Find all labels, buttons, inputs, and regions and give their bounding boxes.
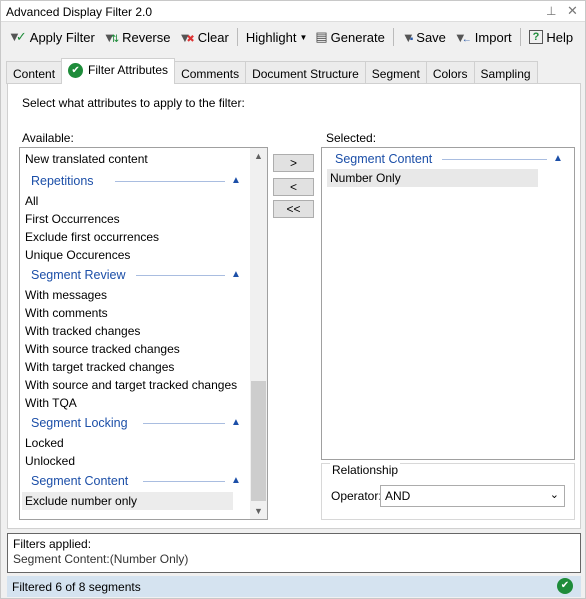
window: Advanced Display Filter 2.0 ⊥ ✕ ▼✓ Apply … <box>0 0 586 599</box>
group-divider <box>143 481 225 482</box>
collapse-chevron-icon[interactable]: ▲ <box>553 153 563 164</box>
list-item[interactable]: With TQA <box>25 396 77 410</box>
funnel-save-icon: ▼▪ <box>401 29 415 45</box>
list-item[interactable]: Exclude number only <box>25 494 137 508</box>
list-item[interactable]: Unique Occurences <box>25 248 130 262</box>
add-button[interactable]: > <box>273 154 314 172</box>
funnel-import-icon: ▼← <box>453 29 472 45</box>
status-text: Filtered 6 of 8 segments <box>12 580 141 594</box>
scrollbar[interactable]: ▲ ▼ <box>250 148 267 519</box>
group-divider <box>442 159 547 160</box>
caret-down-icon: ▼ <box>299 32 308 42</box>
tab-filter-attributes[interactable]: ✔ Filter Attributes <box>61 58 176 84</box>
list-item[interactable]: New translated content <box>25 152 148 166</box>
save-button[interactable]: ▼▪ Save <box>399 25 449 49</box>
group-header: Repetitions <box>31 174 94 188</box>
list-item[interactable]: With source tracked changes <box>25 342 180 356</box>
instruction-text: Select what attributes to apply to the f… <box>22 96 245 110</box>
tab-segment[interactable]: Segment <box>364 61 427 84</box>
funnel-reverse-icon: ▼⇅ <box>102 29 120 45</box>
clear-button[interactable]: ▼✖ Clear <box>176 25 232 49</box>
collapse-chevron-icon[interactable]: ▲ <box>231 417 241 428</box>
funnel-check-icon: ▼✓ <box>8 29 27 44</box>
document-icon: ▤ <box>315 29 328 44</box>
relationship-group: Relationship Operator: AND ⌄ <box>321 463 575 520</box>
scroll-up-icon[interactable]: ▲ <box>254 151 263 161</box>
separator <box>519 28 521 46</box>
available-list[interactable]: ▲ ▼ New translated content Repetitions ▲ Al… <box>19 147 268 520</box>
pin-icon[interactable]: ⊥ <box>546 4 556 18</box>
filters-applied-box: Filters applied: Segment Content:(Number… <box>7 533 581 573</box>
remove-all-button[interactable]: << <box>273 200 314 218</box>
available-label: Available: <box>22 131 74 145</box>
collapse-chevron-icon[interactable]: ▲ <box>231 269 241 280</box>
reverse-button[interactable]: ▼⇅ Reverse <box>100 25 174 49</box>
list-item-selected[interactable]: Number Only <box>327 169 538 187</box>
group-divider <box>143 423 225 424</box>
toolbar: ▼✓ Apply Filter ▼⇅ Reverse ▼✖ Clear Highlig… <box>5 24 581 50</box>
group-header: Segment Locking <box>31 416 128 430</box>
check-circle-icon: ✔ <box>557 578 573 594</box>
import-button[interactable]: ▼← Import <box>451 25 515 49</box>
list-item[interactable]: Exclude first occurrences <box>25 230 159 244</box>
list-item[interactable]: With messages <box>25 288 107 302</box>
check-circle-icon: ✔ <box>68 63 84 78</box>
apply-filter-button[interactable]: ▼✓ Apply Filter <box>5 25 98 49</box>
list-item[interactable]: Unlocked <box>25 454 75 468</box>
collapse-chevron-icon[interactable]: ▲ <box>231 475 241 486</box>
group-header: Segment Review <box>31 268 126 282</box>
tab-content[interactable]: Content <box>6 61 63 84</box>
tab-document-structure[interactable]: Document Structure <box>245 61 366 84</box>
highlight-dropdown[interactable]: Highlight ▼ <box>243 25 311 49</box>
list-item[interactable]: First Occurrences <box>25 212 120 226</box>
funnel-clear-icon: ▼✖ <box>178 29 195 45</box>
list-item[interactable]: All <box>25 194 38 208</box>
collapse-chevron-icon[interactable]: ▲ <box>231 175 241 186</box>
close-icon[interactable]: ✕ <box>567 3 578 19</box>
title-bar: Advanced Display Filter 2.0 ⊥ ✕ <box>1 1 585 22</box>
list-item[interactable]: With source and target tracked changes <box>25 378 237 392</box>
list-item[interactable]: With tracked changes <box>25 324 140 338</box>
operator-label: Operator: <box>331 489 382 503</box>
filters-applied-value: Segment Content:(Number Only) <box>13 552 189 566</box>
filters-applied-title: Filters applied: <box>13 537 92 551</box>
relationship-legend: Relationship <box>330 463 401 477</box>
help-icon: ? <box>528 30 544 44</box>
tab-bar: Content ✔ Filter Attributes Comments Docu… <box>6 58 538 84</box>
tab-comments[interactable]: Comments <box>174 61 247 84</box>
group-header: Segment Content <box>335 152 433 166</box>
separator <box>236 28 238 46</box>
window-title: Advanced Display Filter 2.0 <box>6 5 153 19</box>
selected-list[interactable]: Segment Content ▲ Number Only <box>321 147 575 460</box>
generate-button[interactable]: ▤ Generate <box>312 25 388 49</box>
help-button[interactable]: ? Help <box>526 25 576 49</box>
list-item[interactable]: With comments <box>25 306 108 320</box>
selected-label: Selected: <box>326 131 377 145</box>
group-divider <box>115 181 225 182</box>
operator-select[interactable]: AND ⌄ <box>380 485 565 507</box>
scroll-down-icon[interactable]: ▼ <box>254 506 263 516</box>
chevron-down-icon: ⌄ <box>549 489 559 501</box>
scrollbar-thumb[interactable] <box>251 381 266 501</box>
remove-button[interactable]: < <box>273 178 314 196</box>
group-divider <box>136 275 225 276</box>
separator <box>392 28 394 46</box>
tab-sampling[interactable]: Sampling <box>473 61 538 84</box>
tab-colors[interactable]: Colors <box>425 61 475 84</box>
group-header: Segment Content <box>31 474 129 488</box>
list-item[interactable]: Locked <box>25 436 64 450</box>
list-item[interactable]: With target tracked changes <box>25 360 174 374</box>
status-bar: Filtered 6 of 8 segments ✔ <box>7 576 581 597</box>
